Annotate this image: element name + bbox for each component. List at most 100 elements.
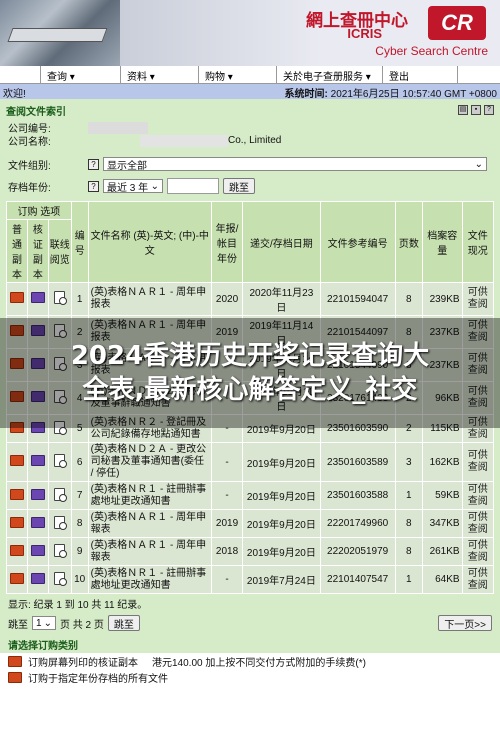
page-count: 8 — [406, 546, 412, 557]
file-size: 59KB — [435, 490, 460, 501]
filing-date: 2019年9月20日 — [246, 548, 316, 559]
normal-copy-icon[interactable] — [9, 572, 24, 584]
welcome-bar: 欢迎! 系统时间: 2021年6月25日 10:57:40 GMT +0800 — [0, 84, 500, 100]
help-icon[interactable]: ? — [484, 105, 494, 115]
system-time: 系统时间: 2021年6月25日 10:57:40 GMT +0800 — [284, 89, 497, 100]
row-no: 9 — [76, 546, 83, 557]
online-view-icon[interactable] — [54, 543, 68, 558]
file-size: 347KB — [429, 518, 460, 529]
table-row: 9 (英)表格ＮＡＲ１ - 周年申報表 2018 2019年9月20日 22202051… — [6, 537, 495, 566]
document-name[interactable]: (英)表格ＮＡＲ１ - 周年申报表 — [91, 287, 207, 310]
overlay-line-2: 全表,最新核心解答定义_社交 — [82, 375, 418, 405]
table-row: 8 (英)表格ＮＡＲ１ - 周年申報表 2019 2019年9月20日 22201749… — [6, 509, 495, 538]
report-year: - — [225, 456, 229, 468]
header-pages: 页数 — [394, 201, 423, 283]
document-name[interactable]: (英)表格ＮＲ１ - 註冊辦事處地址更改通知書 — [91, 484, 207, 507]
certified-copy-icon[interactable] — [30, 488, 45, 500]
order-option-1-label: 订购屏幕列印的核证副本 — [28, 657, 138, 669]
certified-copy-icon[interactable] — [8, 655, 22, 667]
document-status: 可供查阅 — [467, 483, 488, 507]
online-view-icon[interactable] — [54, 454, 68, 468]
document-name[interactable]: (英)表格ＮＡＲ１ - 周年申報表 — [91, 512, 207, 535]
certified-copy-icon[interactable] — [30, 292, 45, 303]
filing-year-input[interactable] — [167, 178, 219, 194]
row-no: 8 — [76, 518, 83, 529]
table-row: 1 (英)表格ＮＡＲ１ - 周年申报表 2020 2020年11月23日 2210159… — [6, 282, 495, 316]
header-size: 档案容量 — [421, 201, 463, 283]
header-banner: 網上查冊中心 ICRIS CR Cyber Search Centre — [0, 0, 500, 66]
normal-copy-icon[interactable] — [9, 455, 24, 466]
header-no: 编号 — [70, 201, 89, 283]
table-row: 6 (英)表格ＮＤ２Ａ - 更改公司秘書及董事通知書(委任 / 停任) - 2019年… — [6, 442, 495, 482]
page-count: 3 — [406, 456, 412, 468]
page-jump-button[interactable]: 跳至 — [107, 615, 140, 631]
document-name[interactable]: (英)表格ＮＤ２Ａ - 更改公司秘書及董事通知書(委任 / 停任) — [91, 444, 207, 479]
report-year: 2020 — [215, 293, 239, 305]
certified-copy-icon[interactable] — [30, 572, 45, 584]
company-name-redacted — [140, 134, 228, 147]
certified-copy-icon[interactable] — [30, 516, 45, 528]
order-option-certified[interactable]: 订购屏幕列印的核证副本 港元140.00 加上按不同交付方式附加的手续费(*) — [0, 653, 500, 669]
company-name-suffix: Co., Limited — [228, 135, 282, 146]
online-view-icon[interactable] — [54, 487, 68, 502]
certified-copy-icon[interactable] — [30, 455, 45, 466]
save-icon[interactable]: ▪ — [471, 105, 481, 115]
row-no: 7 — [76, 490, 83, 501]
order-type-title: 请选择订购类别 — [0, 633, 500, 653]
online-view-icon[interactable] — [54, 291, 68, 305]
online-view-icon[interactable] — [54, 515, 68, 530]
document-status: 可供查阅 — [467, 450, 488, 473]
document-status: 可供查阅 — [467, 567, 488, 591]
menu-shopping[interactable]: 购物 ▾ — [198, 66, 276, 83]
normal-copy-icon[interactable] — [9, 544, 24, 556]
doc-reference: 23501603589 — [327, 456, 389, 468]
table-row: 10 (英)表格ＮＲ１ - 註冊辦事處地址更改通知書 - 2019年7月24日 2210… — [6, 565, 495, 594]
jump-button[interactable]: 跳至 — [223, 178, 255, 194]
doc-reference: 23501603588 — [327, 490, 389, 501]
filing-year-row: 存档年份: ? 最近 3 年 ⌄ 跳至 — [0, 175, 500, 197]
document-status: 可供查阅 — [467, 539, 488, 563]
doc-group-row: 文件组别: ? 显示全部 ⌄ — [0, 153, 500, 175]
order-option-2-label: 订购于指定年份存档的所有文件 — [28, 673, 168, 685]
doc-reference: 22101407547 — [327, 574, 389, 585]
doc-group-select[interactable]: 显示全部 ⌄ — [103, 157, 487, 172]
header-ref: 文件参考编号 — [319, 201, 396, 283]
menu-search[interactable]: 查询 ▾ — [40, 66, 120, 83]
table-row: 7 (英)表格ＮＲ１ - 註冊辦事處地址更改通知書 - 2019年9月20日 23501… — [6, 481, 495, 510]
all-documents-icon[interactable] — [8, 671, 22, 683]
document-name[interactable]: (英)表格ＮＡＲ１ - 周年申報表 — [91, 540, 207, 563]
company-name-row: 公司名称: Co., Limited — [0, 134, 500, 148]
help-icon[interactable]: ? — [88, 180, 99, 192]
next-page-button[interactable]: 下一页>> — [438, 615, 492, 631]
order-option-all-docs[interactable]: 订购于指定年份存档的所有文件 — [0, 669, 500, 685]
header-year: 年报/帐目年份 — [210, 201, 244, 283]
doc-reference: 22201749960 — [327, 518, 389, 529]
doc-reference: 22101594047 — [327, 293, 389, 305]
online-view-icon[interactable] — [54, 571, 68, 586]
chevron-down-icon: ⌄ — [150, 180, 159, 192]
normal-copy-icon[interactable] — [9, 516, 24, 528]
filing-date: 2019年7月24日 — [246, 576, 316, 587]
chevron-down-icon: ⌄ — [474, 158, 483, 170]
menu-info[interactable]: 资料 ▾ — [120, 66, 198, 83]
file-size: 239KB — [429, 293, 460, 305]
normal-copy-icon[interactable] — [9, 488, 24, 500]
report-year: - — [225, 490, 229, 501]
menu-logout[interactable]: 登出 — [382, 66, 458, 83]
filing-date: 2019年9月20日 — [246, 520, 316, 531]
document-name[interactable]: (英)表格ＮＲ１ - 註冊辦事處地址更改通知書 — [91, 568, 207, 591]
print-icon[interactable]: ▤ — [458, 105, 468, 115]
certified-copy-icon[interactable] — [30, 544, 45, 556]
header-certified-copy: 核证副本 — [26, 219, 49, 283]
records-summary: 显示: 纪录 1 到 10 共 11 纪录。 — [8, 600, 148, 611]
menu-about[interactable]: 关於电子查册服务 ▾ — [276, 66, 382, 83]
page-jump-label: 跳至 — [8, 619, 28, 631]
company-number-value — [88, 121, 148, 134]
help-icon[interactable]: ? — [88, 158, 99, 170]
filing-date: 2019年9月20日 — [246, 492, 316, 503]
filing-year-select[interactable]: 最近 3 年 ⌄ — [103, 179, 163, 194]
normal-copy-icon[interactable] — [9, 292, 24, 303]
page-select[interactable]: 1 ⌄ — [32, 616, 56, 630]
doc-reference: 22202051979 — [327, 546, 389, 557]
header-date: 递交/存档日期 — [242, 201, 321, 283]
